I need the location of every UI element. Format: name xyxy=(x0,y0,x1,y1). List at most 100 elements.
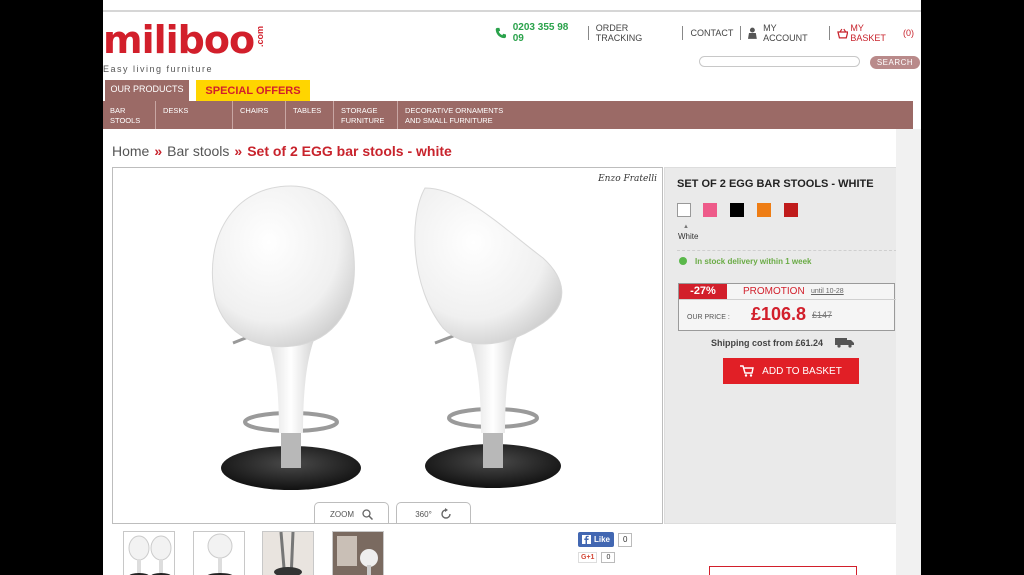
truck-icon xyxy=(835,338,855,348)
right-gutter xyxy=(896,129,921,575)
page: miliboo .com Easy living furniture 0203 … xyxy=(103,0,921,575)
category-label: FURNITURE xyxy=(341,115,385,125)
contact-label: CONTACT xyxy=(690,28,734,38)
breadcrumb: Home» Bar stools» Set of 2 EGG bar stools … xyxy=(112,143,452,159)
rotate-360-button[interactable]: 360° xyxy=(396,502,471,523)
color-swatch-orange[interactable] xyxy=(757,203,771,217)
current-price: £106.8 xyxy=(751,304,807,324)
phone-icon xyxy=(495,27,507,39)
category-label: AND SMALL FURNITURE xyxy=(405,115,493,125)
logo-suffix: .com xyxy=(255,26,265,48)
thumbnail-2[interactable] xyxy=(193,531,245,575)
rotate-icon xyxy=(441,508,451,519)
top-divider xyxy=(103,10,921,12)
discount-badge: -27% xyxy=(679,284,727,299)
thumbnail-1[interactable] xyxy=(123,531,175,575)
thumbnail-3[interactable] xyxy=(262,531,314,575)
product-image-panel[interactable]: Enzo Fratelli ZOOM 360° xyxy=(112,167,663,524)
thumbnail-image xyxy=(333,532,383,575)
order-tracking-label: ORDER TRACKING xyxy=(595,23,643,43)
my-account-label: MY ACCOUNT xyxy=(763,23,808,43)
add-to-basket-button[interactable]: ADD TO BASKET xyxy=(723,358,859,384)
facebook-like-label: Like xyxy=(594,535,611,544)
color-swatch-white[interactable] xyxy=(677,203,691,217)
thumbnail-4[interactable] xyxy=(332,531,384,575)
user-icon xyxy=(748,27,758,39)
product-info-panel: SET OF 2 EGG BAR STOOLS - WHITE ▲ White … xyxy=(664,167,908,524)
category-label: DECORATIVE ORNAMENTS xyxy=(405,106,504,115)
product-image xyxy=(211,185,563,490)
my-account-link[interactable]: MY ACCOUNT xyxy=(740,23,828,43)
cart-icon xyxy=(740,365,755,377)
google-plus: G+1 0 xyxy=(578,552,616,563)
price-box: -27% PROMOTION until 10-28 OUR PRICE : £… xyxy=(678,283,896,331)
category-label: BAR xyxy=(110,106,126,115)
category-label: STORAGE xyxy=(341,106,378,115)
category-chairs[interactable]: CHAIRS xyxy=(232,101,285,129)
product-title: SET OF 2 EGG BAR STOOLS - WHITE xyxy=(677,178,874,190)
category-storage-furniture[interactable]: STORAGE FURNITURE xyxy=(333,101,397,129)
tagline: Easy living furniture xyxy=(103,64,214,74)
zoom-label: ZOOM xyxy=(330,509,354,519)
breadcrumb-current: Set of 2 EGG bar stools - white xyxy=(247,143,452,159)
color-swatch-red[interactable] xyxy=(784,203,798,217)
magnifier-icon xyxy=(362,508,373,520)
tab-special-offers[interactable]: SPECIAL OFFERS xyxy=(196,80,310,101)
logo-wordmark: miliboo xyxy=(103,18,255,62)
breadcrumb-separator: » xyxy=(154,143,163,159)
selected-color-label: White xyxy=(678,232,699,241)
category-label: TABLES xyxy=(293,106,322,115)
thumbnail-image xyxy=(263,532,313,575)
shipping-info: Shipping cost from £61.24 xyxy=(711,337,855,348)
promotion-until-link[interactable]: until 10-28 xyxy=(811,288,844,295)
google-plus-count: 0 xyxy=(601,552,616,563)
breadcrumb-separator: » xyxy=(234,143,243,159)
thumbnail-image xyxy=(128,535,172,575)
thumbnail-image xyxy=(207,533,233,575)
search-button[interactable]: SEARCH xyxy=(870,56,920,69)
shipping-cost: Shipping cost from £61.24 xyxy=(711,337,824,348)
brand-signature: Enzo Fratelli xyxy=(598,174,657,184)
basket-icon xyxy=(836,28,849,39)
add-to-basket-label: ADD TO BASKET xyxy=(762,365,842,377)
top-links: 0203 355 98 09 ORDER TRACKING CONTACT MY… xyxy=(488,22,921,44)
search-input[interactable] xyxy=(699,56,860,67)
phone-number: 0203 355 98 09 xyxy=(512,22,569,44)
rotate-label: 360° xyxy=(415,509,432,519)
divider xyxy=(679,299,896,300)
my-basket-link[interactable]: MY BASKET (0) xyxy=(828,23,921,43)
breadcrumb-home[interactable]: Home xyxy=(112,143,149,159)
zoom-button[interactable]: ZOOM xyxy=(314,502,389,523)
category-decorative-ornaments[interactable]: DECORATIVE ORNAMENTS AND SMALL FURNITURE xyxy=(397,101,537,129)
category-label: CHAIRS xyxy=(240,106,269,115)
basket-count: (0) xyxy=(903,28,914,38)
logo[interactable]: miliboo .com xyxy=(103,18,265,62)
old-price: £147 xyxy=(812,310,833,320)
category-label: STOOLS xyxy=(110,115,141,125)
facebook-like-count: 0 xyxy=(618,532,633,547)
stock-status-icon xyxy=(679,257,687,265)
category-label: DESKS xyxy=(163,106,189,115)
tab-our-products[interactable]: OUR PRODUCTS xyxy=(105,80,189,101)
google-plus-button[interactable]: G+1 xyxy=(578,552,598,563)
category-tables[interactable]: TABLES xyxy=(285,101,333,129)
secondary-panel-edge xyxy=(709,566,857,575)
category-nav: BAR STOOLS DESKS CHAIRS TABLES STORAGE FUR… xyxy=(103,101,913,129)
my-basket-label: MY BASKET xyxy=(850,23,886,43)
category-desks[interactable]: DESKS xyxy=(155,101,232,129)
contact-link[interactable]: CONTACT xyxy=(682,26,740,40)
color-swatch-pink[interactable] xyxy=(703,203,717,217)
divider xyxy=(677,250,897,251)
facebook-icon xyxy=(582,535,591,544)
breadcrumb-bar-stools[interactable]: Bar stools xyxy=(167,143,229,159)
facebook-like-button[interactable]: Like xyxy=(578,532,615,547)
phone-link[interactable]: 0203 355 98 09 xyxy=(488,22,588,44)
facebook-like: Like 0 xyxy=(578,532,633,547)
color-swatch-black[interactable] xyxy=(730,203,744,217)
category-bar-stools[interactable]: BAR STOOLS xyxy=(103,101,155,129)
promotion-label: PROMOTION xyxy=(743,286,805,297)
selected-caret-icon: ▲ xyxy=(683,224,689,230)
order-tracking-link[interactable]: ORDER TRACKING xyxy=(587,23,683,43)
stock-status: In stock delivery within 1 week xyxy=(695,257,812,266)
our-price-label: OUR PRICE : xyxy=(687,314,730,321)
